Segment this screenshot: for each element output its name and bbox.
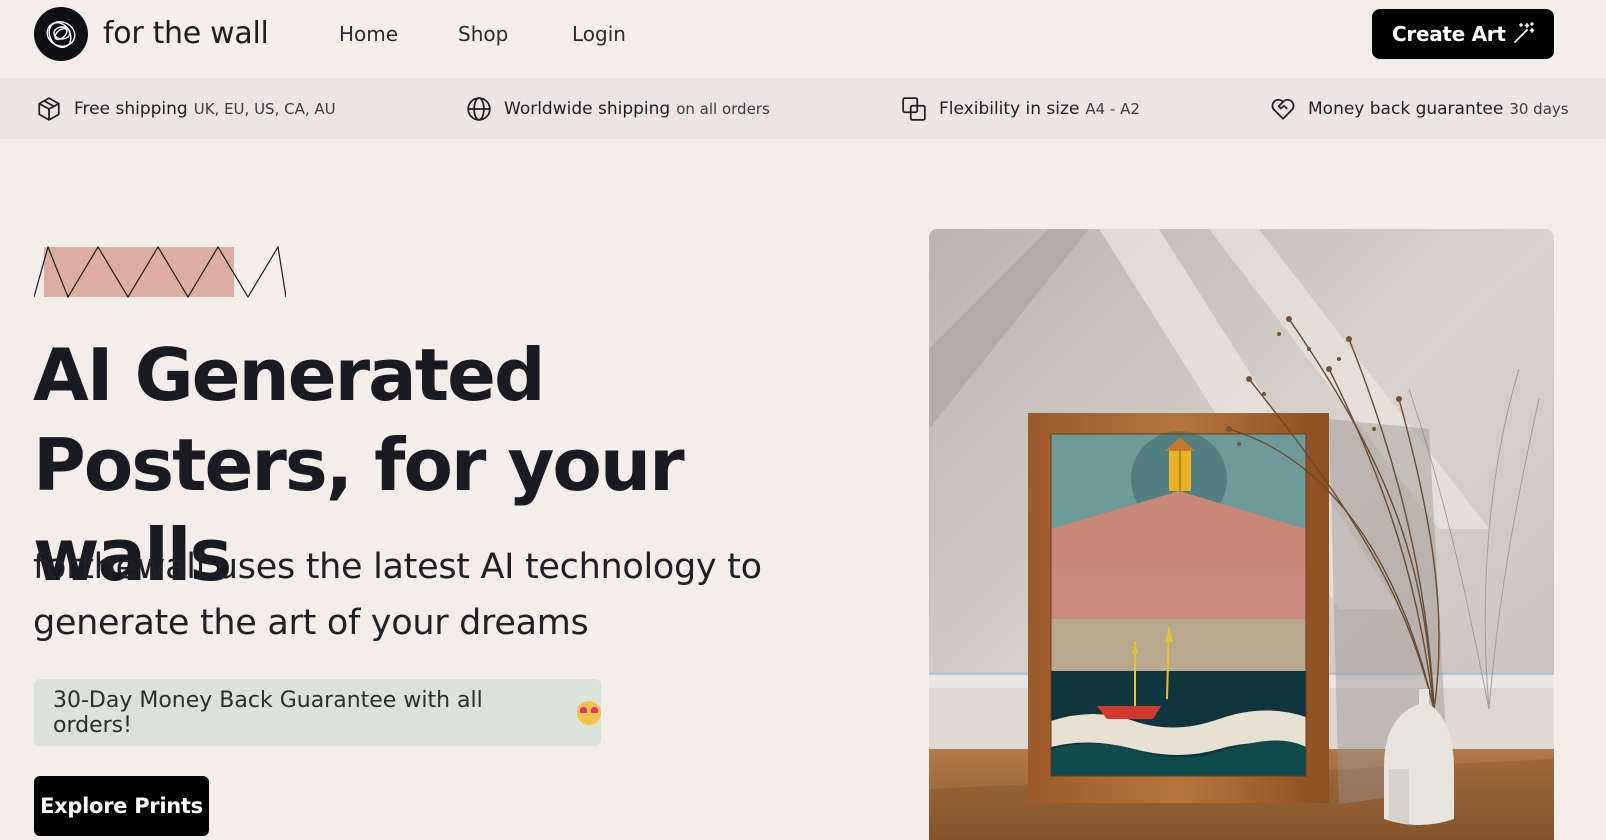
- feature-title: Flexibility in size: [939, 99, 1080, 119]
- feature-sub: A4 - A2: [1085, 100, 1140, 118]
- box-icon: [36, 96, 64, 122]
- create-art-button[interactable]: Create Art: [1372, 9, 1554, 59]
- feature-worldwide-shipping: Worldwide shipping on all orders: [466, 96, 770, 122]
- feature-title: Worldwide shipping: [504, 99, 671, 119]
- feature-title: Free shipping: [74, 99, 188, 119]
- guarantee-text: 30-Day Money Back Guarantee with all ord…: [53, 687, 483, 738]
- feature-sub: on all orders: [676, 100, 770, 118]
- magic-wand-icon: [1512, 21, 1536, 50]
- explore-prints-button[interactable]: Explore Prints: [34, 776, 209, 836]
- feature-sub: UK, EU, US, CA, AU: [193, 100, 336, 118]
- create-art-label: Create Art: [1392, 22, 1506, 46]
- feature-money-back: Money back guarantee 30 days: [1270, 96, 1569, 122]
- zigzag-decoration: [33, 245, 287, 302]
- globe-icon: [466, 96, 494, 122]
- feature-free-shipping: Free shipping UK, EU, US, CA, AU: [36, 96, 336, 122]
- nav-shop[interactable]: Shop: [458, 22, 508, 46]
- hero-subtitle: forthewall uses the latest AI technology…: [33, 547, 762, 643]
- nav-login[interactable]: Login: [572, 22, 626, 46]
- feature-title: Money back guarantee: [1308, 99, 1504, 119]
- features-bar: Free shipping UK, EU, US, CA, AU Worldwi…: [0, 78, 1606, 139]
- site-header: for the wall Home Shop Login Create Art: [0, 0, 1606, 78]
- resize-icon: [901, 96, 929, 122]
- logo-icon[interactable]: [34, 7, 88, 61]
- brand-name[interactable]: for the wall: [103, 16, 269, 51]
- nav-home[interactable]: Home: [339, 22, 398, 46]
- hero-poster-photo: [929, 229, 1554, 840]
- guarantee-banner: 30-Day Money Back Guarantee with all ord…: [34, 679, 601, 746]
- heart-handshake-icon: [1270, 96, 1298, 122]
- feature-sub: 30 days: [1509, 100, 1569, 118]
- feature-flexible-size: Flexibility in size A4 - A2: [901, 96, 1140, 122]
- star-struck-emoji-icon: [577, 700, 601, 725]
